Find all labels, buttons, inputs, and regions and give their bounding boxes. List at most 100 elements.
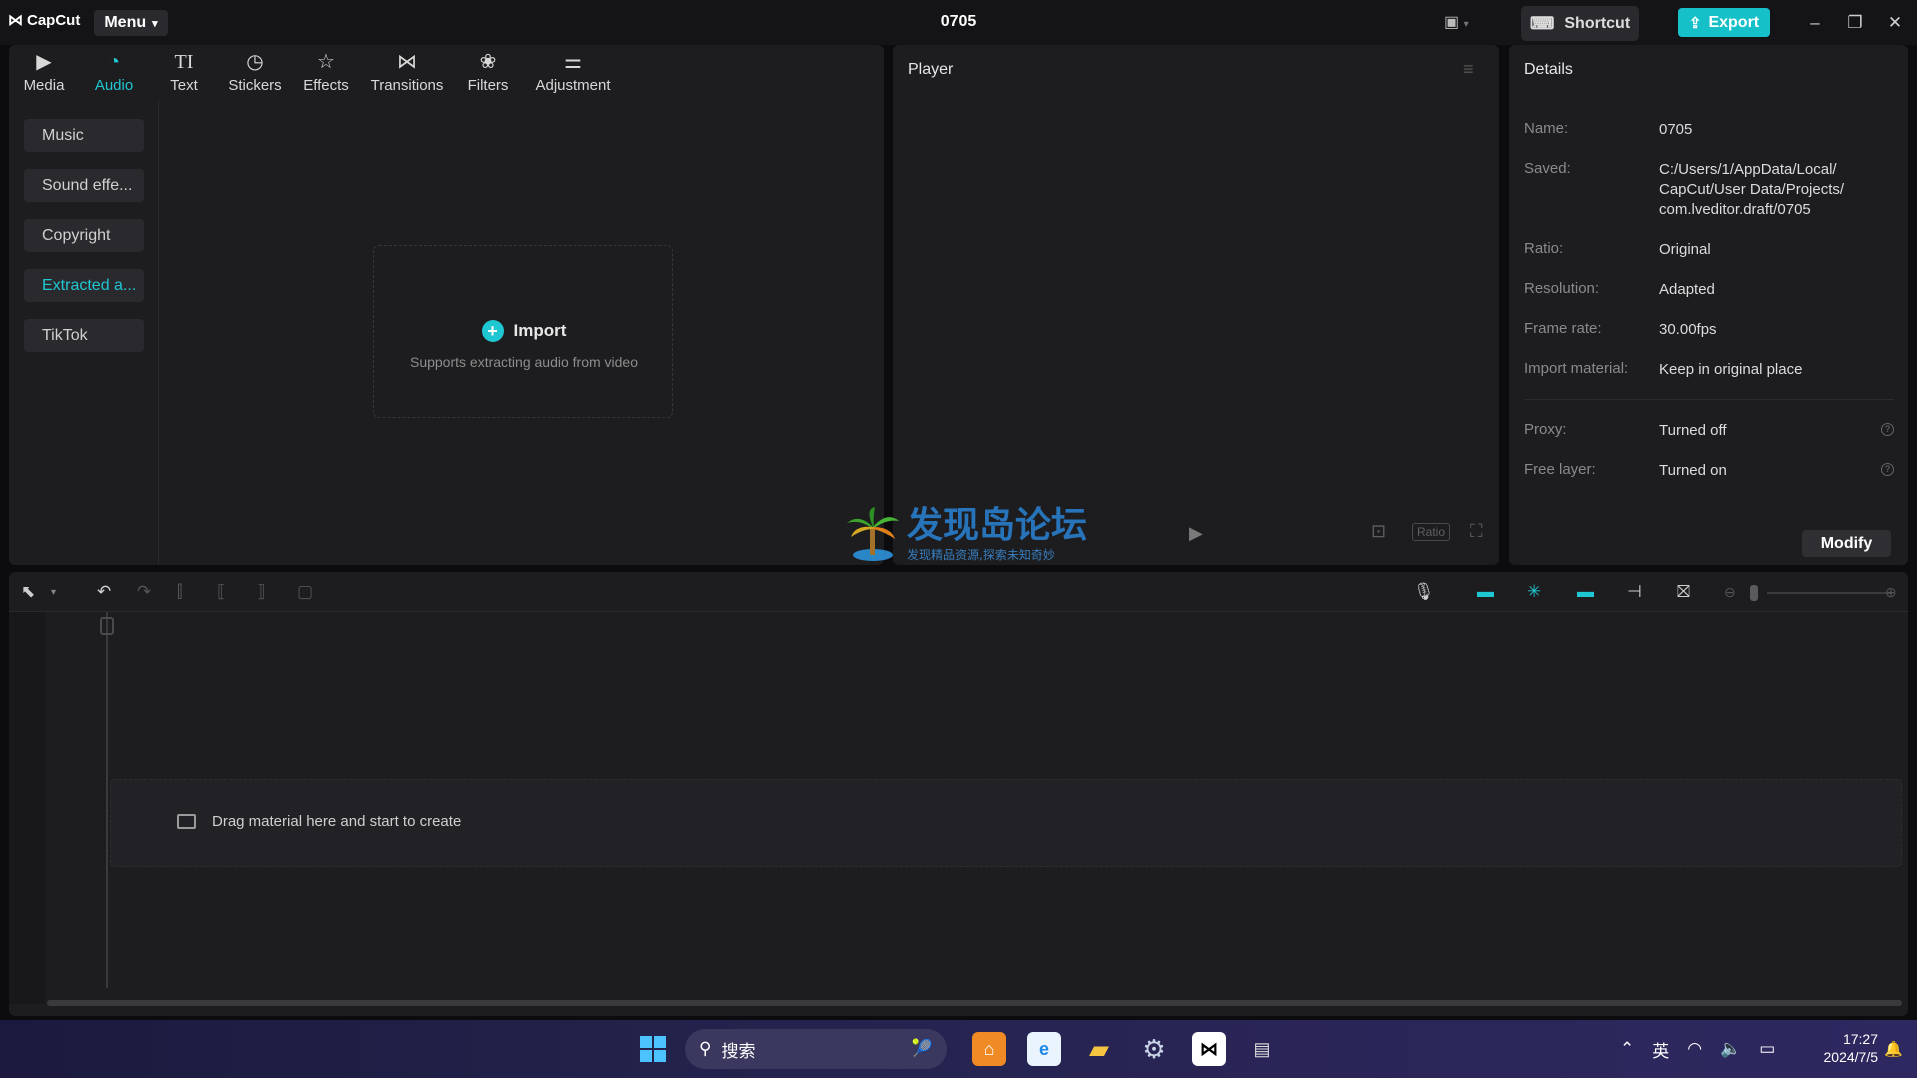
volume-icon[interactable]: 🔈 — [1720, 1039, 1741, 1059]
import-dropzone[interactable]: + Import Supports extracting audio from … — [373, 245, 673, 418]
detail-label: Name: — [1524, 120, 1569, 137]
app-name: CapCut — [27, 11, 81, 29]
search-placeholder: 搜索 — [721, 1041, 756, 1061]
watermark-title: 发现岛论坛 — [907, 505, 1088, 546]
zoom-fit-icon[interactable]: ⛝ — [1677, 582, 1690, 602]
microphone-icon[interactable]: 🎙 — [1413, 582, 1435, 602]
taskbar-browser-icon[interactable]: e — [1027, 1032, 1061, 1066]
undo-icon[interactable]: ↶ — [97, 582, 111, 602]
select-cursor-icon[interactable]: ⬉ — [21, 582, 35, 602]
adjustment-icon: ⚌ — [564, 51, 582, 73]
windows-start-icon[interactable] — [636, 1032, 670, 1066]
split-icon[interactable]: ⫿ — [177, 582, 182, 602]
tab-adjustment[interactable]: ⚌ Adjustment — [523, 45, 623, 100]
title-bar: ⋈ CapCut Menu ▾ 0705 ▣ ▾ ⌨ Shortcut ⇪ Ex… — [0, 0, 1917, 45]
detail-label: Free layer: — [1524, 461, 1596, 478]
taskbar-app-store-icon[interactable]: ⌂ — [972, 1032, 1006, 1066]
category-music[interactable]: Music — [24, 119, 144, 152]
category-sound-effects[interactable]: Sound effe... — [24, 169, 144, 202]
export-button[interactable]: ⇪ Export — [1678, 8, 1770, 37]
zoom-slider-handle[interactable] — [1750, 585, 1758, 601]
timeline-toolbar: ⬉ ▾ ↶ ↷ ⫿ ⟦ ⟧ ▢ 🎙 ▬ ✳ ▬ ⊣ ⛝ ⊖ ⊕ — [9, 572, 1908, 612]
shortcut-label: Shortcut — [1564, 14, 1631, 32]
playhead-line[interactable] — [106, 612, 108, 988]
keyboard-icon: ⌨ — [1529, 13, 1555, 33]
notification-bell-icon[interactable]: 🔔 — [1884, 1040, 1903, 1058]
audio-icon: ◔ — [107, 51, 121, 73]
split-left-icon[interactable]: ⟦ — [217, 582, 225, 602]
palm-tree-logo — [847, 506, 899, 561]
detail-value: Adapted — [1659, 281, 1715, 298]
drop-hint-text: Drag material here and start to create — [212, 813, 462, 830]
search-icon: ⚲ — [699, 1039, 712, 1058]
redo-icon[interactable]: ↷ — [137, 582, 151, 602]
taskbar-settings-icon[interactable]: ⚙ — [1137, 1032, 1171, 1066]
tab-stickers[interactable]: ◷ Stickers — [219, 45, 291, 100]
tab-transitions[interactable]: ⋈ Transitions — [361, 45, 453, 100]
system-tray: ⌃ 英 ◠ 🔈 ▭ — [1620, 1032, 1775, 1066]
taskbar-search[interactable]: ⚲ 搜索 🎾 — [685, 1029, 947, 1069]
close-icon[interactable]: ✕ — [1881, 10, 1909, 36]
chevron-down-icon[interactable]: ▾ — [51, 587, 56, 598]
play-icon[interactable]: ▶ — [1189, 523, 1203, 544]
layout-switch-icon[interactable]: ▣ ▾ — [1444, 12, 1484, 34]
film-icon — [177, 814, 196, 829]
transitions-icon: ⋈ — [397, 51, 417, 73]
fit-screen-icon[interactable]: ⊡ — [1371, 521, 1386, 542]
taskbar-snipping-icon[interactable]: ▤ — [1245, 1032, 1279, 1066]
battery-icon[interactable]: ▭ — [1759, 1039, 1775, 1059]
split-right-icon[interactable]: ⟧ — [257, 582, 265, 602]
zoom-slider-track[interactable] — [1767, 592, 1893, 594]
detail-value: Turned on — [1659, 462, 1727, 479]
detail-label: Resolution: — [1524, 280, 1600, 297]
media-icon: ▶︎ — [36, 51, 52, 73]
hamburger-menu-icon[interactable]: ≡ — [1463, 59, 1474, 80]
restore-icon[interactable]: ❐ — [1841, 10, 1869, 36]
timeline-scrollbar[interactable] — [47, 1000, 1902, 1006]
text-icon: TI — [174, 51, 194, 73]
fullscreen-icon[interactable]: ⛶ — [1470, 521, 1483, 542]
playhead-handle[interactable] — [100, 617, 114, 635]
details-panel: Details Name: 0705 Saved: C:/Users/1/App… — [1509, 45, 1908, 565]
tab-label: Audio — [94, 77, 134, 94]
preview-axis-icon[interactable]: ⊣ — [1627, 582, 1642, 602]
modify-button[interactable]: Modify — [1802, 530, 1891, 557]
category-copyright[interactable]: Copyright — [24, 219, 144, 252]
shortcut-button[interactable]: ⌨ Shortcut — [1521, 6, 1639, 41]
detail-value: Original — [1659, 241, 1711, 258]
import-hint: Supports extracting audio from video — [409, 354, 638, 370]
auto-snap-icon[interactable]: ✳ — [1527, 582, 1541, 602]
import-button[interactable]: + Import — [374, 320, 674, 342]
wifi-icon[interactable]: ◠ — [1687, 1039, 1702, 1059]
taskbar-capcut-icon[interactable]: ⋈ — [1192, 1032, 1226, 1066]
tab-filters[interactable]: ❀ Filters — [453, 45, 523, 100]
main-track-magnet-icon[interactable]: ▬ — [1477, 582, 1494, 602]
player-title: Player — [908, 61, 954, 78]
tab-audio[interactable]: ◔ Audio — [79, 45, 149, 100]
menu-button[interactable]: Menu ▾ — [94, 10, 168, 36]
tab-label: Filters — [467, 77, 509, 94]
help-icon[interactable]: ? — [1881, 423, 1894, 436]
detail-value: Keep in original place — [1659, 361, 1803, 378]
plus-icon: + — [481, 320, 504, 342]
zoom-out-icon[interactable]: ⊖ — [1724, 584, 1736, 601]
zoom-in-icon[interactable]: ⊕ — [1885, 584, 1897, 601]
category-extracted-audio[interactable]: Extracted a... — [24, 269, 144, 302]
detail-value: 30.00fps — [1659, 321, 1717, 338]
clock-date: 2024/7/5 — [1823, 1049, 1879, 1065]
taskbar-clock[interactable]: 17:27 2024/7/5 — [1798, 1030, 1879, 1066]
delete-icon[interactable]: ▢ — [297, 582, 313, 602]
tab-text[interactable]: TI Text — [149, 45, 219, 100]
detail-value: C:/Users/1/AppData/Local/ CapCut/User Da… — [1659, 161, 1845, 218]
taskbar-file-explorer-icon[interactable]: ▰ — [1082, 1032, 1116, 1066]
timeline-panel: ⬉ ▾ ↶ ↷ ⫿ ⟦ ⟧ ▢ 🎙 ▬ ✳ ▬ ⊣ ⛝ ⊖ ⊕ Drag mat… — [9, 572, 1908, 1016]
chevron-up-icon[interactable]: ⌃ — [1620, 1039, 1634, 1059]
linkage-icon[interactable]: ▬ — [1577, 582, 1594, 602]
tab-effects[interactable]: ☆ Effects — [291, 45, 361, 100]
minimize-icon[interactable]: – — [1801, 10, 1829, 36]
category-tiktok[interactable]: TikTok — [24, 319, 144, 352]
ratio-button[interactable]: Ratio — [1412, 523, 1451, 541]
help-icon[interactable]: ? — [1881, 463, 1894, 476]
tab-media[interactable]: ▶︎ Media — [9, 45, 79, 100]
ime-indicator[interactable]: 英 — [1652, 1037, 1669, 1062]
